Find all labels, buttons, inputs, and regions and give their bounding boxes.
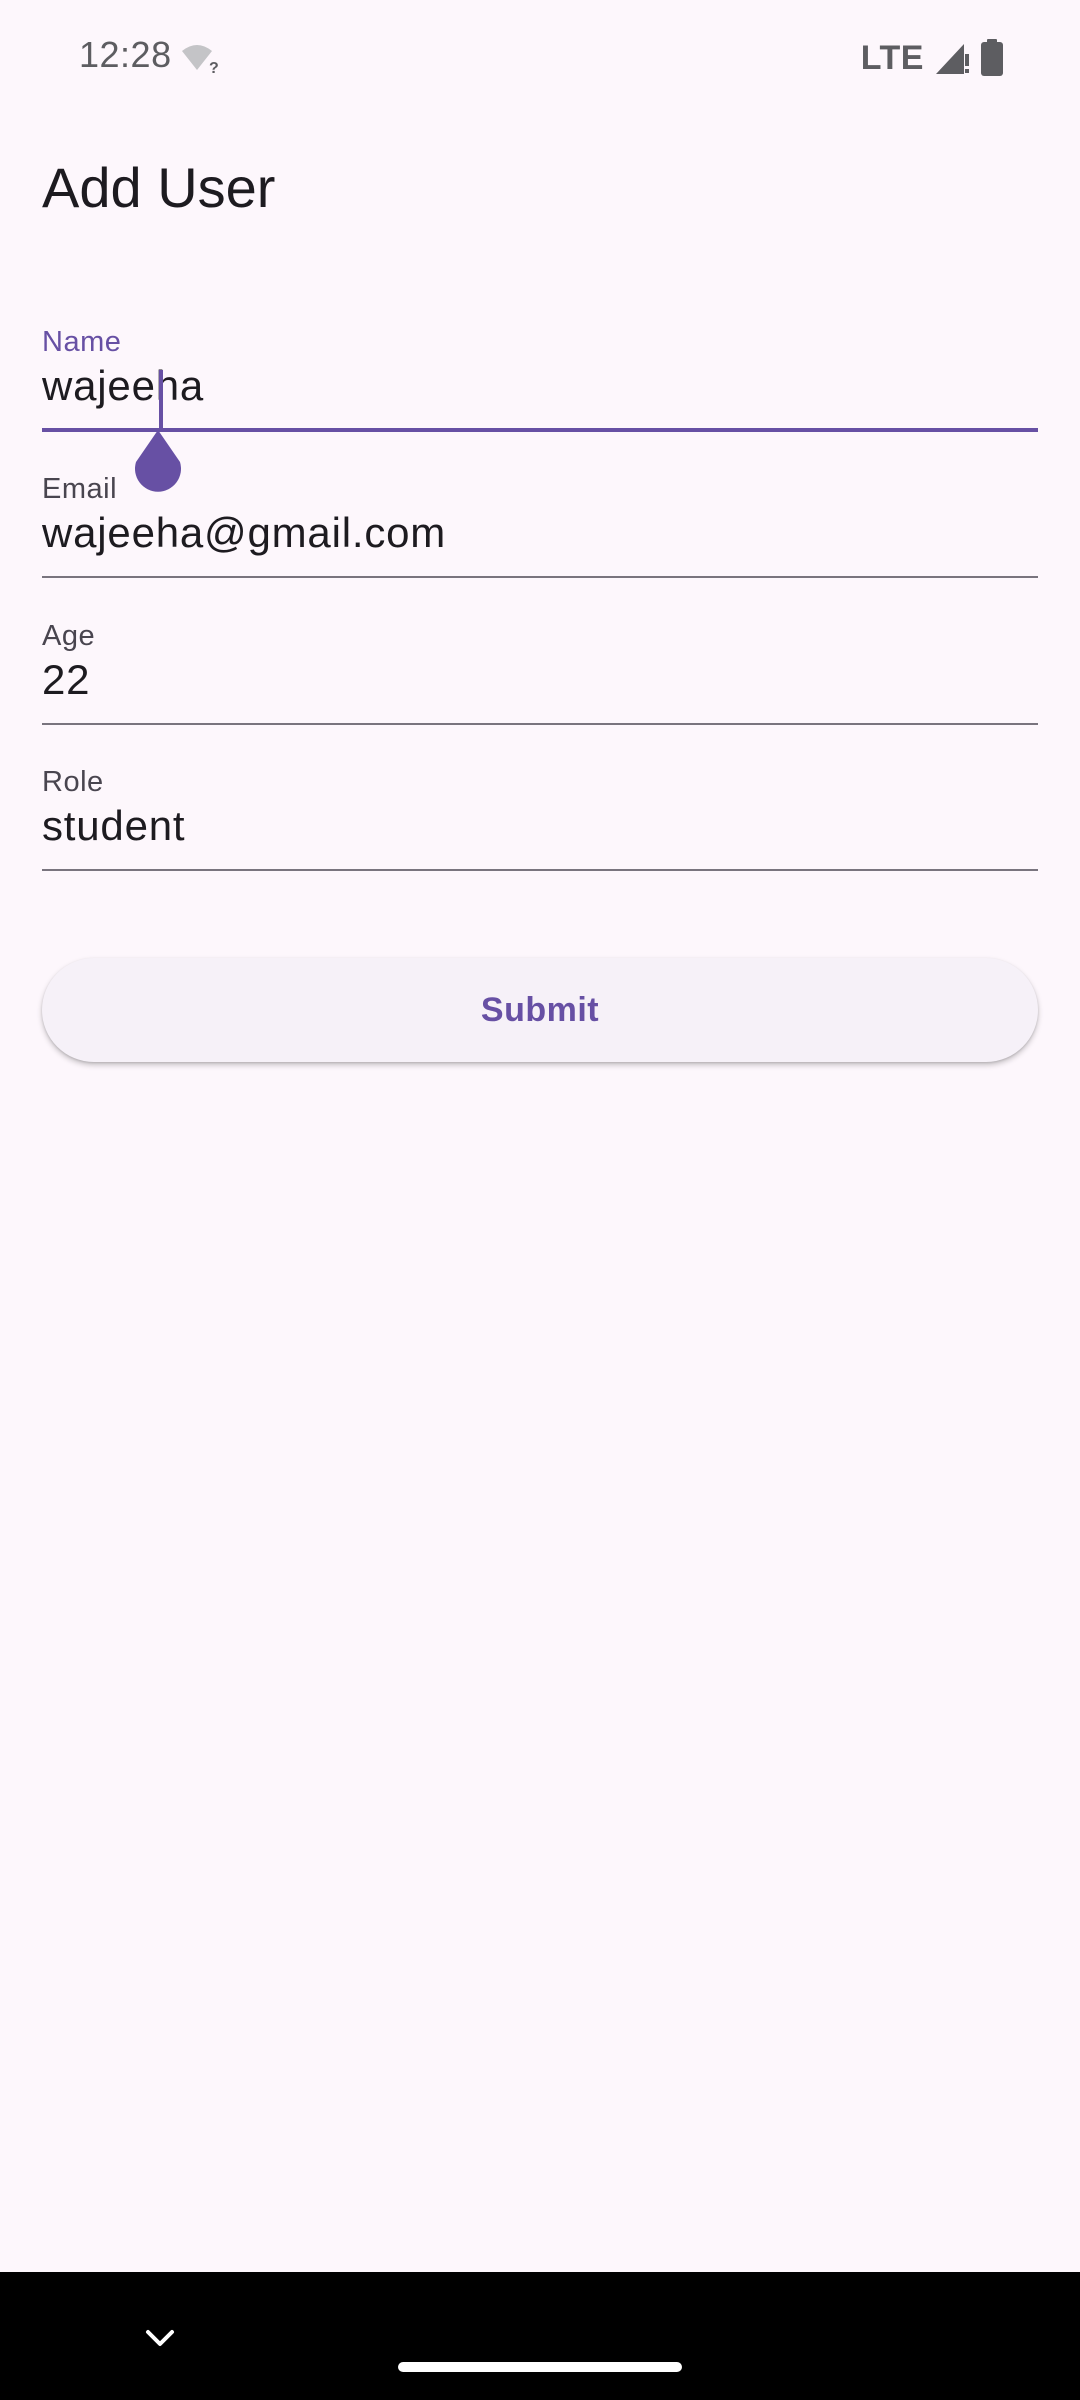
status-time: 12:28 [79,34,172,75]
submit-button[interactable]: Submit [42,958,1038,1062]
svg-text:?: ? [209,60,219,74]
email-field[interactable]: Email [42,469,1038,595]
wifi-question-icon: ? [182,45,219,74]
text-cursor [159,370,163,432]
age-field-underline [42,723,1038,725]
add-user-screen: 12:28 ? LTE Add User Name Email [0,0,1080,2272]
name-input[interactable] [42,356,1038,416]
page-title: Add User [42,156,276,219]
age-field[interactable]: Age [42,616,1038,742]
signal-icon [936,44,969,74]
email-field-underline [42,576,1038,578]
battery-icon [981,39,1003,76]
navigation-bar [0,2272,1080,2400]
name-field[interactable]: Name [42,322,1038,448]
role-field-underline [42,869,1038,871]
network-type-label: LTE [860,38,924,77]
role-input[interactable] [42,796,1038,856]
age-input[interactable] [42,650,1038,710]
name-field-underline [42,428,1038,432]
home-pill[interactable] [398,2362,682,2372]
cursor-handle-icon[interactable] [129,428,187,500]
status-bar: 12:28 ? LTE [0,0,1080,118]
status-right-group: LTE [861,34,1004,82]
role-field[interactable]: Role [42,762,1038,888]
chevron-down-icon[interactable] [138,2316,182,2360]
email-input[interactable] [42,503,1038,563]
